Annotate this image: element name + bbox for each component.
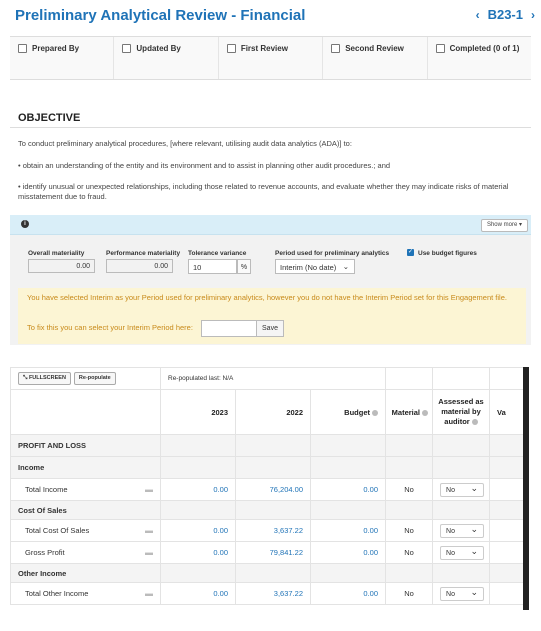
signoff-completed[interactable]: Completed (0 of 1) <box>428 37 531 79</box>
interim-period-input[interactable] <box>201 320 257 337</box>
period-select[interactable]: Interim (No date) ⌄ <box>275 259 355 274</box>
tolerance-unit: % <box>237 259 251 274</box>
show-more-button[interactable]: Show more ▾ <box>480 219 528 232</box>
repopulate-button[interactable]: Re-populate <box>73 372 116 385</box>
info-icon[interactable] <box>372 409 379 416</box>
signoff-bar: Prepared By Updated By First Review Seco… <box>10 36 531 80</box>
group-label: Income <box>10 456 161 479</box>
comment-icon[interactable]: ▬ <box>145 526 153 535</box>
page-header: Preliminary Analytical Review - Financia… <box>0 0 541 30</box>
signoff-second-review[interactable]: Second Review <box>323 37 428 79</box>
info-icon[interactable] <box>471 419 478 426</box>
page-nav: ‹ B23-1 › <box>476 7 535 22</box>
signoff-updated[interactable]: Updated By <box>114 37 219 79</box>
interim-warning: You have selected Interim as your Period… <box>18 288 526 344</box>
page-title: Preliminary Analytical Review - Financia… <box>15 7 306 24</box>
info-icon[interactable]: i <box>21 220 29 228</box>
checkbox-icon[interactable] <box>226 44 236 53</box>
group-label: Cost Of Sales <box>10 500 161 520</box>
col-2023: 2023 <box>160 389 236 435</box>
group-label: Other Income <box>10 563 161 583</box>
assessed-select[interactable]: No <box>440 481 485 497</box>
col-2022: 2022 <box>235 389 311 435</box>
warning-text: You have selected Interim as your Period… <box>27 293 507 302</box>
page-code: B23-1 <box>487 7 523 22</box>
table-row: Gross Profit ▬ 0.00 79,841.22 0.00 No No <box>10 541 525 564</box>
info-icon[interactable] <box>422 409 429 416</box>
comment-icon[interactable]: ▬ <box>145 548 153 557</box>
chevron-down-icon: ⌄ <box>342 262 349 271</box>
objective-intro: To conduct preliminary analytical proced… <box>18 139 352 148</box>
checkbox-icon[interactable] <box>18 44 27 53</box>
objective-bullet-2: • identify unusual or unexpected relatio… <box>18 182 509 201</box>
warning-fix-text: To fix this you can select your Interim … <box>27 323 193 332</box>
checkbox-icon[interactable] <box>122 44 132 53</box>
performance-materiality-label: Performance materiality <box>106 250 181 257</box>
use-budget-label: Use budget figures <box>418 250 477 257</box>
assessed-select[interactable]: No <box>440 585 485 601</box>
table-row: Total Other Income ▬ 0.00 3,637.22 0.00 N… <box>10 582 525 605</box>
col-variance: Va <box>489 389 525 435</box>
performance-materiality-value: 0.00 <box>106 259 173 273</box>
assessed-select[interactable]: No <box>440 544 485 560</box>
table-row: Total Cost Of Sales ▬ 0.00 3,637.22 0.00 … <box>10 519 525 542</box>
save-button[interactable]: Save <box>256 320 284 337</box>
col-material: Material <box>385 389 434 435</box>
signoff-first-review[interactable]: First Review <box>219 37 324 79</box>
assessed-select[interactable]: No <box>440 522 485 538</box>
comment-icon[interactable]: ▬ <box>145 485 153 494</box>
objective-header: OBJECTIVE <box>10 107 531 128</box>
expand-icon: ⤡ <box>23 375 28 381</box>
signoff-prepared[interactable]: Prepared By <box>10 37 115 79</box>
overall-materiality-label: Overall materiality <box>28 250 85 257</box>
fullscreen-button[interactable]: ⤡ FULLSCREEN <box>18 372 71 385</box>
use-budget-checkbox[interactable] <box>407 248 414 256</box>
section-title: PROFIT AND LOSS <box>10 434 161 457</box>
chevron-right-icon[interactable]: › <box>531 8 535 22</box>
chevron-left-icon[interactable]: ‹ <box>476 8 480 22</box>
col-assessed: Assessed as material by auditor <box>432 389 491 435</box>
tolerance-input[interactable]: 10 <box>188 259 237 274</box>
overall-materiality-value: 0.00 <box>28 259 95 273</box>
chevron-down-icon: ▾ <box>518 222 522 228</box>
checkbox-icon[interactable] <box>435 44 445 53</box>
repopulated-label: Re-populated last: N/A <box>159 367 387 390</box>
table-scrollbar[interactable] <box>523 367 529 610</box>
period-label: Period used for preliminary analytics <box>275 250 390 257</box>
comment-icon[interactable]: ▬ <box>145 589 153 598</box>
table-row: Total Income ▬ 0.00 76,204.00 0.00 No No <box>10 478 525 501</box>
col-budget: Budget <box>309 389 387 435</box>
objective-bullet-1: • obtain an understanding of the entity … <box>18 161 391 170</box>
info-bar: i Show more ▾ <box>10 215 531 235</box>
tolerance-label: Tolerance variance <box>188 250 247 257</box>
analytics-table: ⤡ FULLSCREEN Re-populate Re-populated las… <box>10 367 525 605</box>
objective-title: OBJECTIVE <box>18 112 81 124</box>
checkbox-icon[interactable] <box>331 44 341 53</box>
